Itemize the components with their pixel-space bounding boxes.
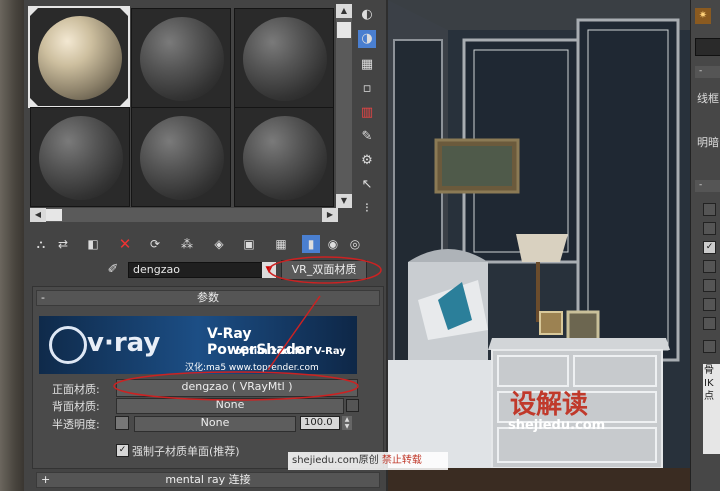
display-checkbox-3[interactable]: ✓ bbox=[703, 241, 716, 254]
display-checkbox-6[interactable] bbox=[703, 298, 716, 311]
site-watermark-url: shejiedu.com bbox=[508, 418, 606, 433]
wireframe-label: 线框 bbox=[697, 92, 719, 105]
command-panel: ✷ - 线框 明暗 - ✓ 骨 IK 点 bbox=[690, 0, 720, 491]
bone-label: 骨 bbox=[704, 365, 714, 376]
footer-watermark: shejiedu.com原创 禁止转载 bbox=[288, 452, 448, 470]
footer-site: shejiedu.com bbox=[292, 455, 359, 466]
site-watermark-cn: 设解读 bbox=[510, 390, 589, 420]
desktop-background bbox=[0, 0, 24, 491]
display-checkbox-1[interactable] bbox=[703, 203, 716, 216]
bone-info-box: 骨 IK 点 bbox=[703, 364, 720, 454]
name-field[interactable] bbox=[695, 38, 720, 56]
rollout-collapse-icon[interactable]: - bbox=[695, 180, 720, 192]
footer-forbid: 禁止转载 bbox=[381, 455, 422, 466]
point-label: 点 bbox=[704, 391, 714, 402]
shading-label: 明暗 bbox=[697, 136, 719, 149]
material-editor: ▲ ▼ ◀ ▶ ◐ ◑ ▦ ▫ ▥ ✎ ⚙ ↖ ⁝ ⛬ ⇄ ◧ ✕ ⟳ ⁂ ◈ … bbox=[24, 0, 388, 491]
annotation-arrow bbox=[267, 295, 321, 371]
annotation-ellipse-type bbox=[268, 256, 382, 284]
ik-label: IK bbox=[704, 378, 714, 389]
annotation-ellipse-front bbox=[113, 371, 359, 401]
display-checkbox-8[interactable] bbox=[703, 340, 716, 353]
sun-icon[interactable]: ✷ bbox=[695, 8, 711, 24]
display-checkbox-5[interactable] bbox=[703, 279, 716, 292]
footer-original: 原创 bbox=[358, 455, 379, 466]
display-checkbox-7[interactable] bbox=[703, 317, 716, 330]
viewport-render[interactable]: 设解读 shejiedu.com bbox=[388, 0, 690, 491]
annotation-overlay bbox=[113, 256, 382, 401]
display-checkbox-4[interactable] bbox=[703, 260, 716, 273]
display-checkbox-2[interactable] bbox=[703, 222, 716, 235]
rollout-collapse-icon[interactable]: - bbox=[695, 66, 720, 78]
